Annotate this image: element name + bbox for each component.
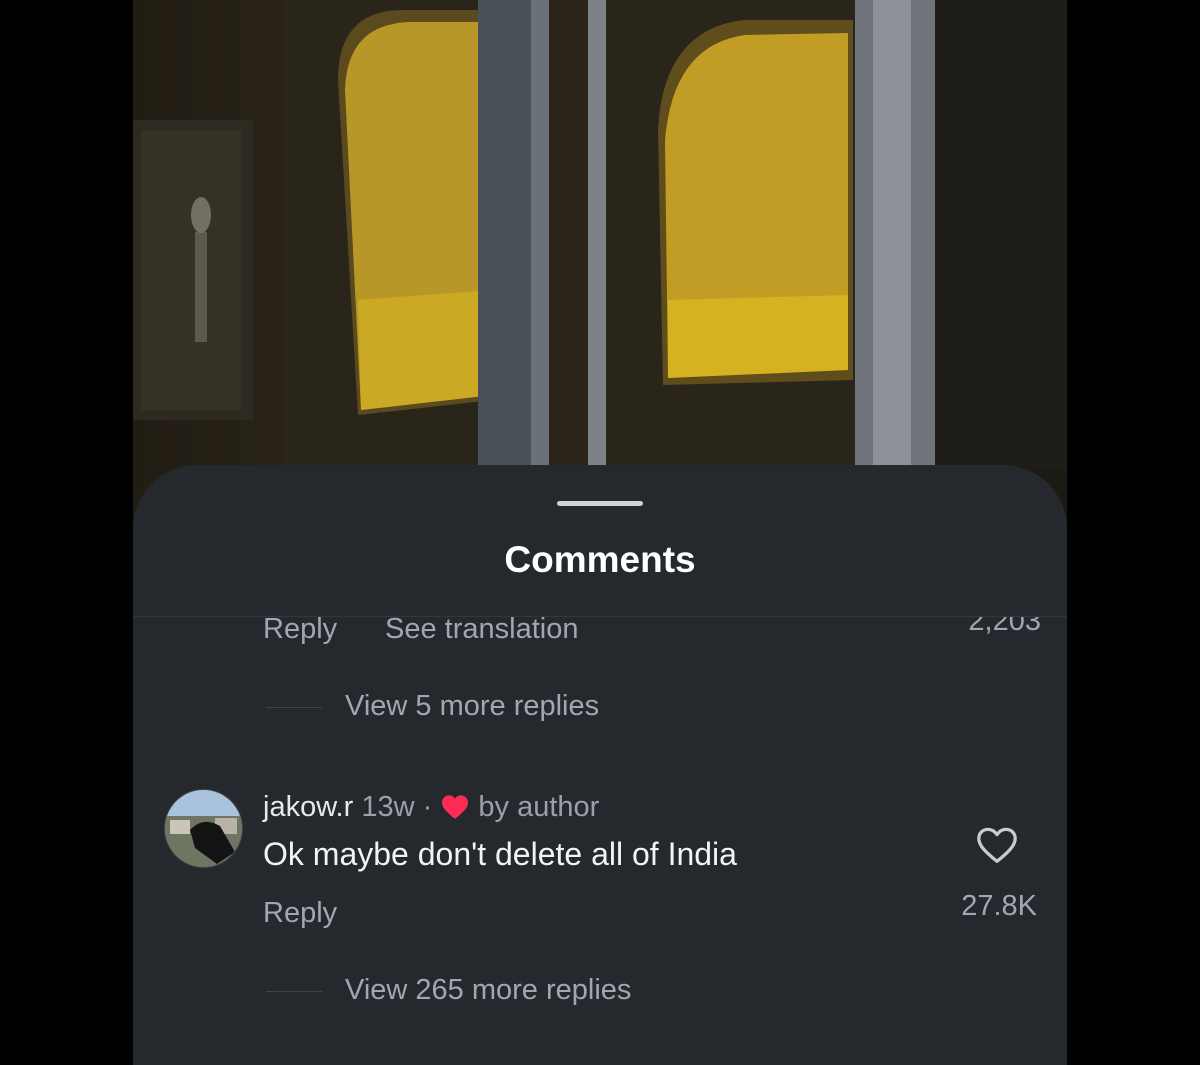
- see-translation-button[interactable]: See translation: [385, 613, 578, 646]
- drag-handle[interactable]: [557, 501, 643, 506]
- comment-meta: jakow.r 13w · by author: [263, 791, 599, 824]
- username[interactable]: jakow.r: [263, 791, 353, 823]
- avatar-image: [165, 790, 242, 867]
- replies-divider: [266, 707, 322, 708]
- reply-button[interactable]: Reply: [263, 897, 337, 930]
- comment-time: 13w: [361, 791, 415, 823]
- view-more-replies-button[interactable]: View 265 more replies: [345, 974, 631, 1007]
- comments-sheet: Comments 2,203 Reply See translation Vie…: [133, 465, 1067, 1065]
- like-button[interactable]: [975, 825, 1019, 865]
- comment-text: Ok maybe don't delete all of India: [263, 836, 737, 872]
- author-badge: by author: [478, 791, 600, 823]
- app-screen: Comments 2,203 Reply See translation Vie…: [133, 0, 1067, 1065]
- heart-outline-icon: [977, 827, 1017, 863]
- video-frame-illustration: [133, 0, 1067, 470]
- video-background[interactable]: [133, 0, 1067, 540]
- previous-reply-button[interactable]: Reply: [263, 613, 337, 646]
- replies-divider: [266, 991, 322, 992]
- like-count: 27.8K: [961, 890, 1037, 922]
- avatar[interactable]: [164, 789, 243, 868]
- sheet-title: Comments: [504, 539, 696, 580]
- previous-like-count-text: 2,203: [968, 617, 1041, 637]
- previous-like-count: 2,203: [893, 617, 1043, 641]
- heart-filled-icon: [442, 795, 469, 819]
- meta-separator: ·: [422, 791, 433, 823]
- view-more-replies-button[interactable]: View 5 more replies: [345, 690, 599, 723]
